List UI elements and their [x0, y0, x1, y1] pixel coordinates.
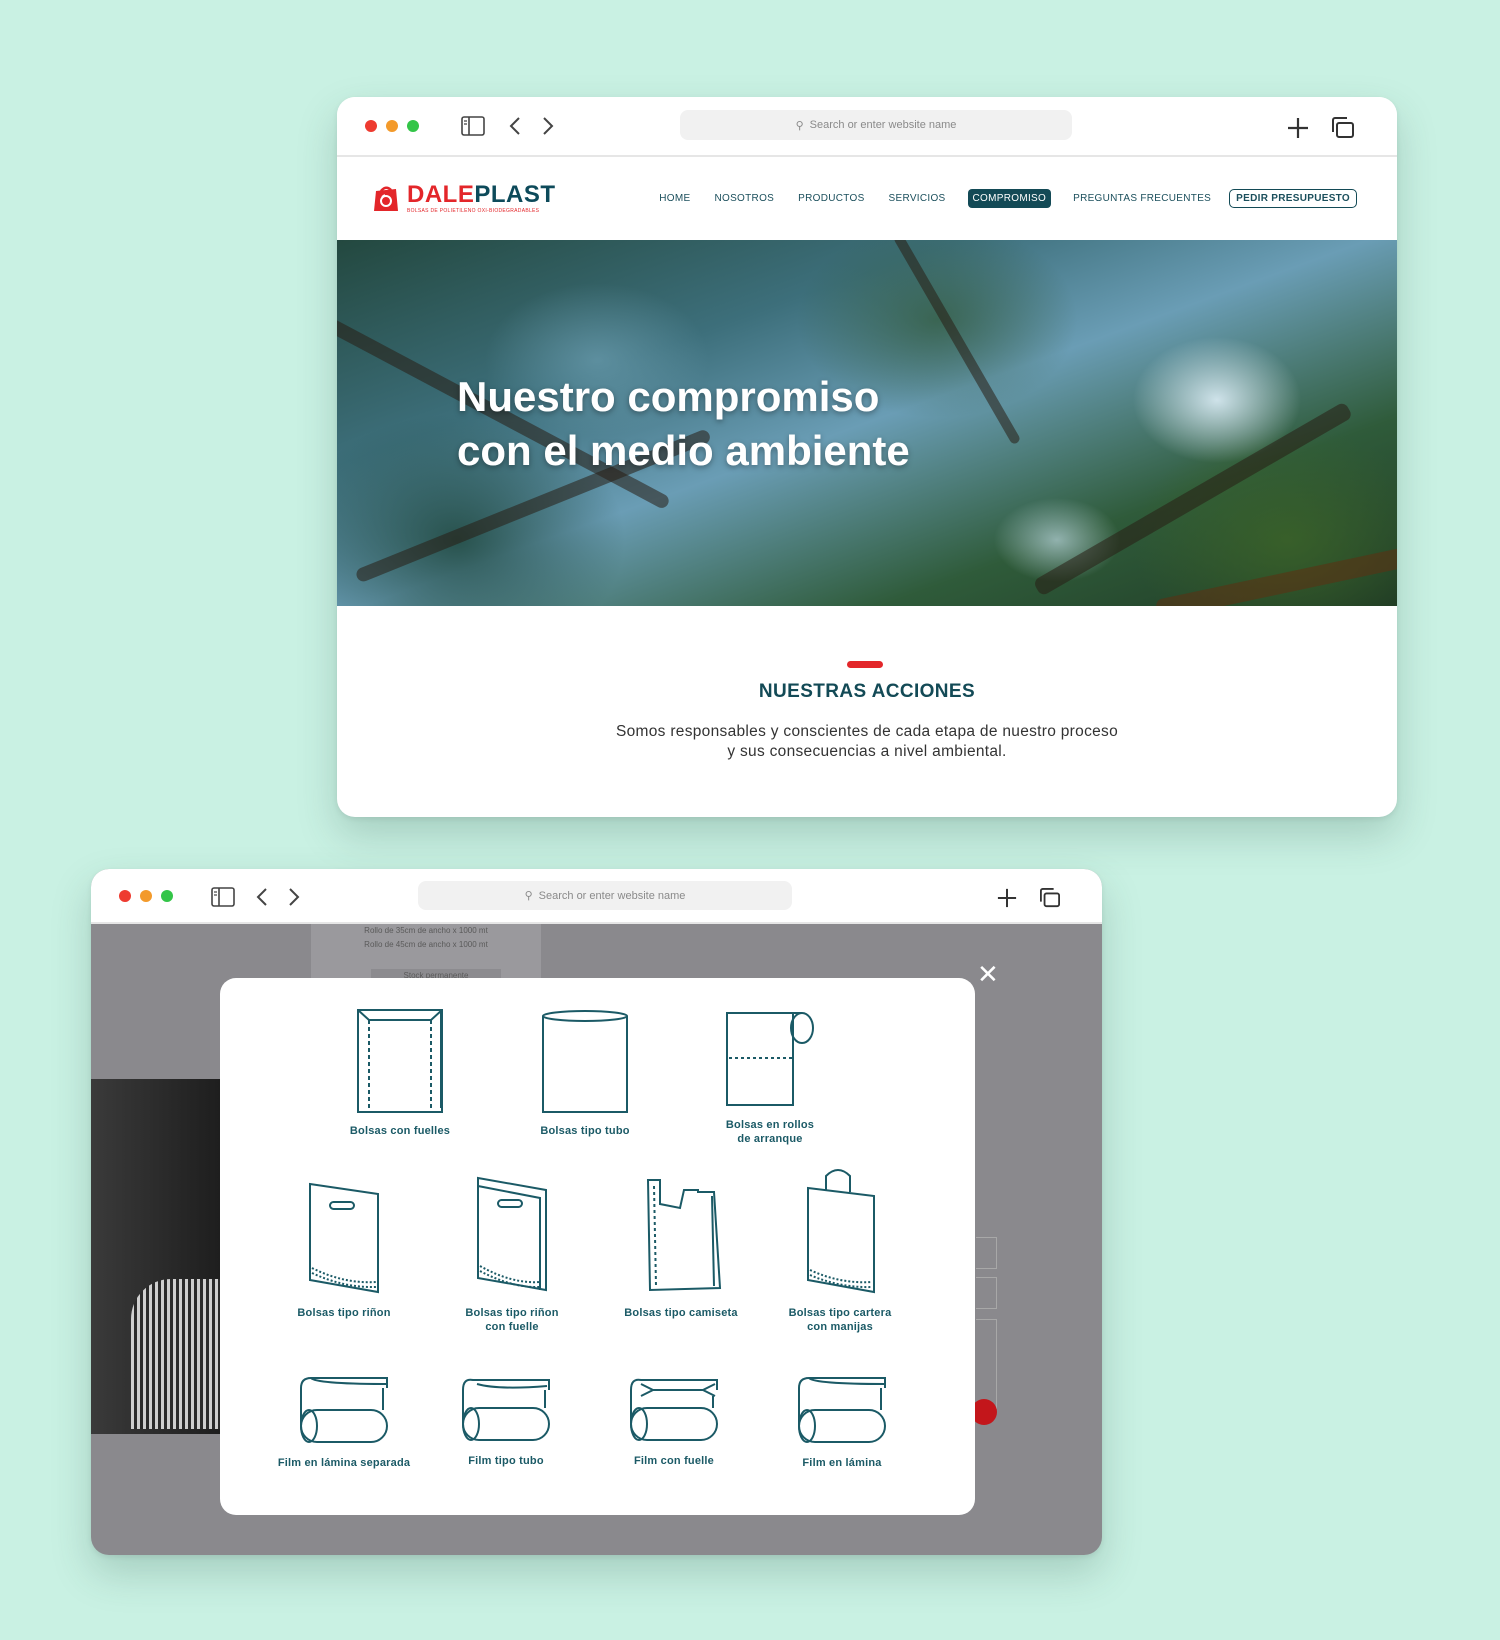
nav-servicios[interactable]: SERVICIOS — [877, 189, 958, 208]
product-label: Bolsas tipo cartera con manijas — [788, 1307, 892, 1333]
product-label: Bolsas tipo tubo — [540, 1125, 630, 1137]
kidney-bag-icon — [309, 1182, 379, 1294]
sidebar-toggle-icon[interactable] — [461, 116, 485, 136]
handle-bag-icon — [807, 1169, 875, 1294]
nav-nosotros[interactable]: NOSOTROS — [702, 189, 786, 208]
product-label: Bolsas tipo riñon con fuelle — [465, 1307, 559, 1333]
forward-icon[interactable] — [542, 117, 554, 135]
product-film-en-lamina-separada[interactable]: Film en lámina separada — [272, 1376, 416, 1470]
product-label: Film en lámina — [802, 1457, 882, 1469]
browser-toolbar: ⚲ Search or enter website name — [91, 869, 1102, 924]
hero-title-line2: con el medio ambiente — [457, 427, 910, 474]
nav-compromiso[interactable]: COMPROMISO — [967, 189, 1052, 208]
maximize-window-button[interactable] — [161, 890, 173, 902]
section-text-line1: Somos responsables y conscientes de cada… — [615, 723, 1119, 740]
product-label: Film en lámina separada — [277, 1457, 411, 1469]
product-bolsas-tipo-rinon-con-fuelle[interactable]: Bolsas tipo riñon con fuelle — [452, 1174, 572, 1334]
sheet-film-icon — [798, 1377, 886, 1443]
background-form-textarea — [976, 1319, 997, 1409]
new-tab-icon[interactable] — [1287, 117, 1309, 139]
forward-icon[interactable] — [288, 888, 300, 906]
product-label: Film con fuelle — [633, 1455, 714, 1467]
product-types-modal: Bolsas con fuelles Bolsas tipo tubo Bols… — [220, 978, 975, 1515]
hero-title-line1: Nuestro compromiso — [457, 373, 880, 420]
close-modal-icon[interactable]: ✕ — [977, 961, 999, 987]
product-label: Film tipo tubo — [468, 1455, 544, 1467]
logo-word-dale: DALE — [407, 181, 475, 208]
tube-bag-icon — [542, 1010, 628, 1113]
product-film-en-lamina[interactable]: Film en lámina — [782, 1376, 902, 1470]
tshirt-bag-icon — [646, 1179, 722, 1292]
product-bolsas-tipo-cartera[interactable]: Bolsas tipo cartera con manijas — [780, 1166, 900, 1334]
back-icon[interactable] — [256, 888, 268, 906]
nav-home[interactable]: HOME — [647, 189, 702, 208]
logo-tagline: BOLSAS DE POLIETILENO OXI-BIODEGRADABLES — [407, 208, 540, 214]
site-header: DALEPLAST BOLSAS DE POLIETILENO OXI-BIOD… — [337, 157, 1397, 238]
address-bar[interactable]: ⚲ Search or enter website name — [680, 110, 1072, 140]
product-label: Bolsas tipo camiseta — [624, 1307, 738, 1319]
section-text-line2: y sus consecuencias a nivel ambiental. — [727, 743, 1007, 760]
browser-window-productos-modal: Rollo de 35cm de ancho x 1000 mt Rollo de… — [91, 869, 1102, 1555]
nav-productos[interactable]: PRODUCTOS — [786, 189, 876, 208]
address-bar-placeholder: Search or enter website name — [538, 889, 686, 902]
product-bolsas-tipo-camiseta[interactable]: Bolsas tipo camiseta — [620, 1176, 742, 1320]
tube-film-icon — [462, 1378, 550, 1441]
product-film-con-fuelle[interactable]: Film con fuelle — [614, 1376, 734, 1468]
close-window-button[interactable] — [119, 890, 131, 902]
minimize-window-button[interactable] — [140, 890, 152, 902]
background-photo — [91, 1079, 221, 1434]
section-title: NUESTRAS ACCIONES — [758, 681, 976, 702]
search-icon: ⚲ — [524, 890, 533, 902]
gusset-bag-icon — [357, 1009, 443, 1113]
roll-bag-icon — [726, 1012, 814, 1106]
tab-overview-icon[interactable] — [1039, 888, 1061, 908]
background-form-field — [976, 1237, 997, 1269]
section-description: Somos responsables y conscientes de cada… — [337, 722, 1397, 762]
background-form-field — [976, 1277, 997, 1309]
sidebar-toggle-icon[interactable] — [211, 887, 235, 907]
window-controls — [119, 890, 173, 902]
product-bolsas-en-rollos[interactable]: Bolsas en rollos de arranque — [715, 1010, 825, 1146]
hero-forest-image: Nuestro compromiso con el medio ambiente — [337, 240, 1397, 606]
product-label: Bolsas tipo riñon — [297, 1307, 391, 1319]
background-card-text: Rollo de 35cm de ancho x 1000 mt Rollo de… — [331, 924, 521, 952]
close-window-button[interactable] — [365, 120, 377, 132]
back-icon[interactable] — [509, 117, 521, 135]
split-sheet-film-icon — [300, 1377, 388, 1443]
section-accent-bar — [847, 661, 883, 668]
product-label: Bolsas en rollos de arranque — [725, 1119, 815, 1145]
product-label: Bolsas con fuelles — [349, 1125, 451, 1137]
product-film-tipo-tubo[interactable]: Film tipo tubo — [446, 1376, 566, 1468]
kidney-gusset-bag-icon — [477, 1176, 547, 1292]
daleplast-logo[interactable]: DALEPLAST BOLSAS DE POLIETILENO OXI-BIOD… — [373, 181, 556, 214]
browser-window-compromiso: ⚲ Search or enter website name DALEPLAST… — [337, 97, 1397, 817]
background-card-line1: Rollo de 35cm de ancho x 1000 mt — [364, 926, 488, 935]
hero-title: Nuestro compromiso con el medio ambiente — [457, 370, 910, 478]
nav-preguntas-frecuentes[interactable]: PREGUNTAS FRECUENTES — [1061, 189, 1223, 208]
browser-toolbar: ⚲ Search or enter website name — [337, 97, 1397, 157]
logo-bag-icon — [374, 186, 398, 211]
search-icon: ⚲ — [795, 119, 804, 132]
background-card-line2: Rollo de 45cm de ancho x 1000 mt — [364, 940, 488, 949]
minimize-window-button[interactable] — [386, 120, 398, 132]
product-bolsas-tipo-rinon[interactable]: Bolsas tipo riñon — [288, 1180, 400, 1320]
product-bolsas-tipo-tubo[interactable]: Bolsas tipo tubo — [525, 1008, 645, 1138]
new-tab-icon[interactable] — [997, 888, 1017, 908]
product-bolsas-con-fuelles[interactable]: Bolsas con fuelles — [340, 1008, 460, 1138]
maximize-window-button[interactable] — [407, 120, 419, 132]
window-controls — [365, 120, 419, 132]
address-bar[interactable]: ⚲ Search or enter website name — [418, 881, 792, 910]
main-nav: HOME NOSOTROS PRODUCTOS SERVICIOS COMPRO… — [647, 189, 1357, 208]
gusset-film-icon — [630, 1378, 718, 1441]
logo-word-plast: PLAST — [474, 181, 556, 208]
pedir-presupuesto-button[interactable]: PEDIR PRESUPUESTO — [1229, 189, 1357, 208]
address-bar-placeholder: Search or enter website name — [809, 119, 957, 131]
tab-overview-icon[interactable] — [1331, 117, 1355, 139]
